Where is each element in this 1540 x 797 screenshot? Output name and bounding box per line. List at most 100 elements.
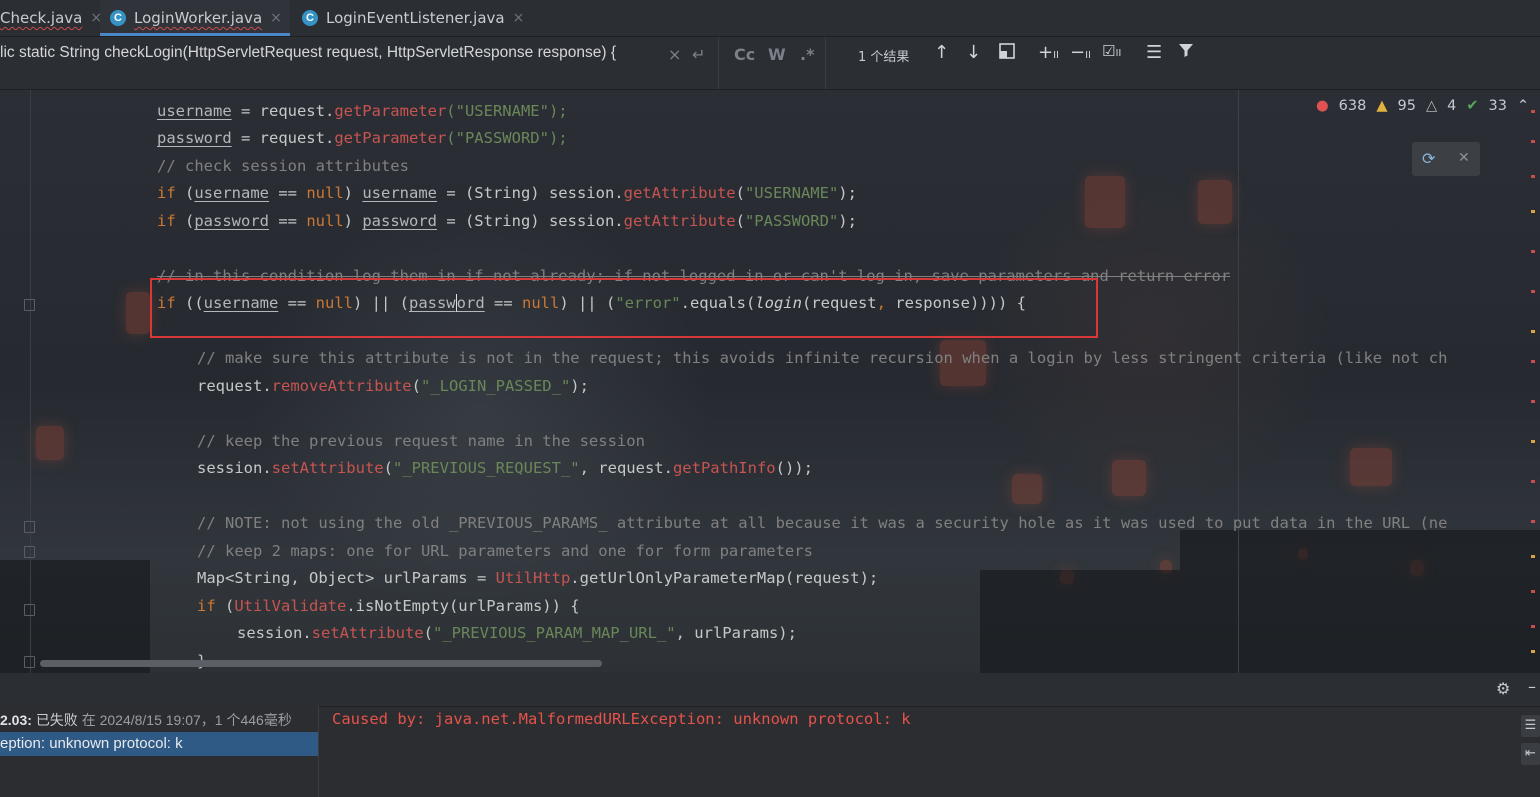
code-token: request. (197, 377, 272, 395)
previous-occurrence-icon[interactable]: ↑ (934, 42, 949, 63)
code-line[interactable]: username = request.getParameter("USERNAM… (157, 102, 568, 120)
string-literal: ("USERNAME"); (446, 102, 568, 120)
new-line-icon[interactable]: ↵ (692, 45, 705, 64)
reload-changes-popup: ⟳ ✕ (1412, 142, 1480, 176)
code-token: ( (411, 377, 421, 395)
background-lantern (1350, 448, 1392, 486)
background-lantern (36, 426, 64, 460)
code-token: ) (343, 212, 363, 230)
code-token: ( (735, 212, 745, 230)
next-occurrence-icon[interactable]: ↓ (966, 42, 981, 63)
error-stripe[interactable] (1531, 100, 1536, 660)
fold-marker-icon[interactable] (24, 546, 35, 558)
keyword: if (157, 212, 176, 230)
add-selection-icon[interactable]: +II (1038, 42, 1059, 63)
background-city (980, 570, 1180, 673)
class-icon: C (110, 10, 126, 26)
code-comment[interactable]: // keep 2 maps: one for URL parameters a… (197, 542, 813, 560)
code-comment[interactable]: // check session attributes (157, 157, 409, 175)
code-line[interactable]: if (password == null) password = (String… (157, 212, 857, 230)
typo-count: 33 (1488, 98, 1507, 114)
remove-selection-icon[interactable]: −II (1070, 42, 1091, 63)
gear-icon[interactable]: ⚙ (1496, 679, 1510, 698)
method-call: removeAttribute (271, 377, 412, 395)
class-ref: UtilHttp (495, 569, 571, 587)
code-token: ( (383, 459, 393, 477)
string-literal: "_PREVIOUS_PARAM_MAP_URL_" (432, 624, 676, 642)
tab-logineventlistener-java[interactable]: C LoginEventListener.java × (300, 0, 530, 36)
variable-ref: username (362, 184, 437, 202)
fold-marker-icon[interactable] (24, 299, 35, 311)
tab-loginworker-java[interactable]: C LoginWorker.java × (100, 0, 290, 36)
variable-ref: password (157, 129, 232, 147)
toggle-selection-icon[interactable]: ☑II (1102, 42, 1121, 60)
divider (718, 37, 719, 89)
error-count: 638 (1338, 98, 1367, 114)
string-literal: "_PREVIOUS_REQUEST_" (392, 459, 580, 477)
search-result-count: 1 个结果 (858, 50, 910, 65)
select-all-occurrences-icon[interactable] (998, 42, 1016, 65)
weak-warning-count: 4 (1447, 98, 1457, 114)
code-token: ()); (775, 459, 813, 477)
code-comment[interactable]: // make sure this attribute is not in th… (197, 349, 1447, 367)
right-margin-guide (1238, 90, 1239, 673)
fold-marker-icon[interactable] (24, 521, 35, 533)
clear-search-icon[interactable]: × (668, 45, 681, 64)
filter-search-results-icon[interactable]: ☰ (1146, 42, 1162, 63)
tab-label: Check.java (0, 9, 83, 27)
background-lantern (1198, 180, 1232, 224)
filter-icon[interactable] (1178, 42, 1194, 63)
code-token: = request. (231, 102, 335, 120)
run-results-tree: 2.03: 已失败 在 2024/8/15 19:07，1 个446毫秒 ept… (0, 706, 319, 797)
scroll-to-end-icon[interactable]: ⇤ (1521, 743, 1540, 765)
variable-ref: password (362, 212, 437, 230)
error-icon: ● (1316, 98, 1329, 114)
horizontal-scrollbar[interactable] (40, 660, 602, 667)
code-token: ( (175, 212, 195, 230)
class-ref: UtilValidate (234, 597, 347, 615)
code-line[interactable]: password = request.getParameter("PASSWOR… (157, 129, 568, 147)
typo-check-icon: ✔ (1466, 98, 1479, 114)
keyword: if (197, 597, 216, 615)
warning-count: 95 (1397, 98, 1416, 114)
code-comment[interactable]: // NOTE: not using the old _PREVIOUS_PAR… (197, 514, 1447, 532)
class-icon: C (302, 10, 318, 26)
code-line[interactable]: request.removeAttribute("_LOGIN_PASSED_"… (197, 377, 589, 395)
run-status-line[interactable]: 2.03: 已失败 在 2024/8/15 19:07，1 个446毫秒 (0, 710, 292, 730)
match-case-toggle[interactable]: Cc (734, 45, 755, 64)
selected-tree-item[interactable]: eption: unknown protocol: k (0, 732, 318, 756)
keyword: null (306, 212, 344, 230)
close-icon[interactable]: ✕ (1458, 150, 1470, 166)
code-line[interactable]: session.setAttribute("_PREVIOUS_PARAM_MA… (237, 624, 797, 642)
reload-maven-icon[interactable]: ⟳ (1422, 149, 1435, 168)
string-literal: "PASSWORD" (744, 212, 839, 230)
code-token: ( (423, 624, 433, 642)
code-comment[interactable]: // keep the previous request name in the… (197, 432, 645, 450)
regex-toggle[interactable]: .* (800, 45, 814, 64)
previous-highlight-icon[interactable]: ⌃ (1517, 98, 1529, 114)
fold-marker-icon[interactable] (24, 656, 35, 668)
code-line[interactable]: Map<String, Object> urlParams = UtilHttp… (197, 569, 878, 587)
code-token: ); (838, 184, 857, 202)
background-lantern (1085, 176, 1125, 228)
tab-check-java[interactable]: Check.java × (0, 0, 102, 36)
code-line[interactable]: if (username == null) username = (String… (157, 184, 857, 202)
soft-wrap-icon[interactable]: ☰ (1521, 715, 1540, 737)
code-token: = (String) session. (436, 184, 624, 202)
code-editor[interactable]: username = request.getParameter("USERNAM… (0, 90, 1540, 673)
variable-ref: username (157, 102, 232, 120)
close-icon[interactable]: × (513, 10, 525, 26)
code-line[interactable]: session.setAttribute("_PREVIOUS_REQUEST_… (197, 459, 813, 477)
words-toggle[interactable]: W (768, 45, 786, 64)
run-panel-header: ⚙ – (0, 673, 1540, 707)
code-line[interactable]: if (UtilValidate.isNotEmpty(urlParams)) … (197, 597, 580, 615)
find-bar: lic static String checkLogin(HttpServlet… (0, 37, 1540, 90)
close-icon[interactable]: × (270, 10, 282, 26)
search-input[interactable]: lic static String checkLogin(HttpServlet… (0, 44, 616, 62)
inspection-widget[interactable]: ●638 ▲95 △4 ✔33 ⌃ ⌄ (1316, 98, 1540, 114)
minimize-icon[interactable]: – (1528, 677, 1536, 696)
console-output-line[interactable]: Caused by: java.net.MalformedURLExceptio… (332, 710, 911, 728)
highlight-annotation-box (150, 278, 1098, 338)
method-call: getParameter (334, 102, 447, 120)
fold-marker-icon[interactable] (24, 604, 35, 616)
